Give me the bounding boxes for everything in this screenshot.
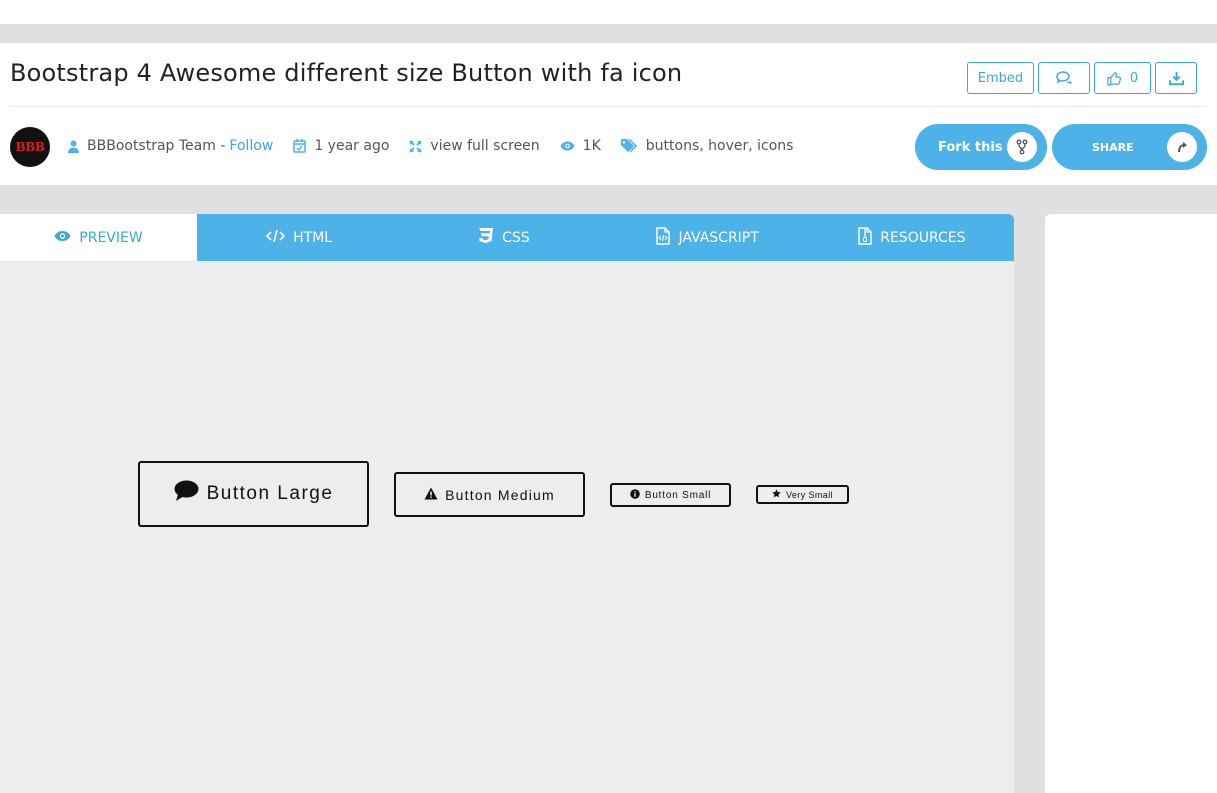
embed-button[interactable]: Embed [967,62,1034,94]
page-title: Bootstrap 4 Awesome different size Butto… [10,59,683,87]
user-icon [68,140,79,153]
fork-icon [1007,132,1037,162]
tab-label: PREVIEW [79,229,143,246]
code-icon [266,229,286,247]
button-label: Button Large [206,483,334,504]
tags-list[interactable]: buttons, hover, icons [646,138,794,154]
code-tabs: PREVIEW HTML CSS JAVASCRIPT RESOURCES [0,214,1014,261]
download-icon [1168,71,1184,85]
header-actions: Embed 0 [967,62,1197,94]
tab-label: HTML [293,229,333,246]
tab-javascript[interactable]: JAVASCRIPT [606,214,810,261]
tab-label: RESOURCES [880,229,966,246]
sidebar-panel [1045,214,1217,793]
fork-button[interactable]: Fork this [915,124,1047,170]
button-very-small[interactable]: Very Small [756,485,849,504]
snippet-meta: BBBootstrap Team - Follow 1 year ago view… [68,138,813,154]
tab-html[interactable]: HTML [197,214,401,261]
like-count: 0 [1129,70,1139,86]
author-name[interactable]: BBBootstrap Team - [87,138,225,154]
file-code-icon [656,226,671,249]
header-divider [10,106,1207,107]
share-arrow-icon [1167,132,1197,162]
author-item: BBBootstrap Team - Follow [68,138,273,154]
top-bar [0,0,1217,24]
avatar[interactable]: BBB [10,127,50,167]
download-button[interactable] [1155,62,1197,94]
button-large[interactable]: Button Large [138,461,369,527]
time-item: 1 year ago [293,138,389,154]
preview-pane [0,261,1014,793]
tags-icon [620,139,638,153]
comments-button[interactable] [1038,62,1090,94]
warning-icon [424,487,438,503]
time-text: 1 year ago [314,138,390,154]
info-circle-icon [630,488,640,502]
button-small[interactable]: Button Small [610,483,731,507]
file-zip-icon [858,226,872,249]
tab-label: CSS [502,229,530,246]
like-button[interactable]: 0 [1094,62,1151,94]
css3-icon [477,227,494,248]
follow-link[interactable]: Follow [229,138,273,154]
share-button[interactable]: SHARE [1052,124,1207,170]
eye-icon [560,141,575,151]
star-icon [772,489,781,500]
tab-preview[interactable]: PREVIEW [0,214,197,261]
snippet-header: Bootstrap 4 Awesome different size Butto… [0,43,1217,185]
comments-icon [1056,71,1072,84]
expand-arrows-icon [409,139,423,153]
tab-css[interactable]: CSS [401,214,605,261]
button-medium[interactable]: Button Medium [394,472,585,517]
view-count: 1K [582,138,601,154]
eye-icon [54,230,71,246]
tab-resources[interactable]: RESOURCES [810,214,1014,261]
thumbs-up-icon [1107,71,1121,86]
fork-label: Fork this [938,139,1003,155]
button-label: Very Small [785,489,833,500]
tags-item: buttons, hover, icons [620,138,794,154]
fullscreen-item[interactable]: view full screen [409,138,540,154]
views-item: 1K [560,138,601,154]
calendar-check-icon [293,139,307,153]
share-label: SHARE [1092,140,1134,154]
tab-label: JAVASCRIPT [678,229,759,246]
button-label: Button Medium [445,486,555,503]
button-label: Button Small [644,489,712,501]
comment-icon [174,480,199,508]
fullscreen-link[interactable]: view full screen [430,138,539,154]
